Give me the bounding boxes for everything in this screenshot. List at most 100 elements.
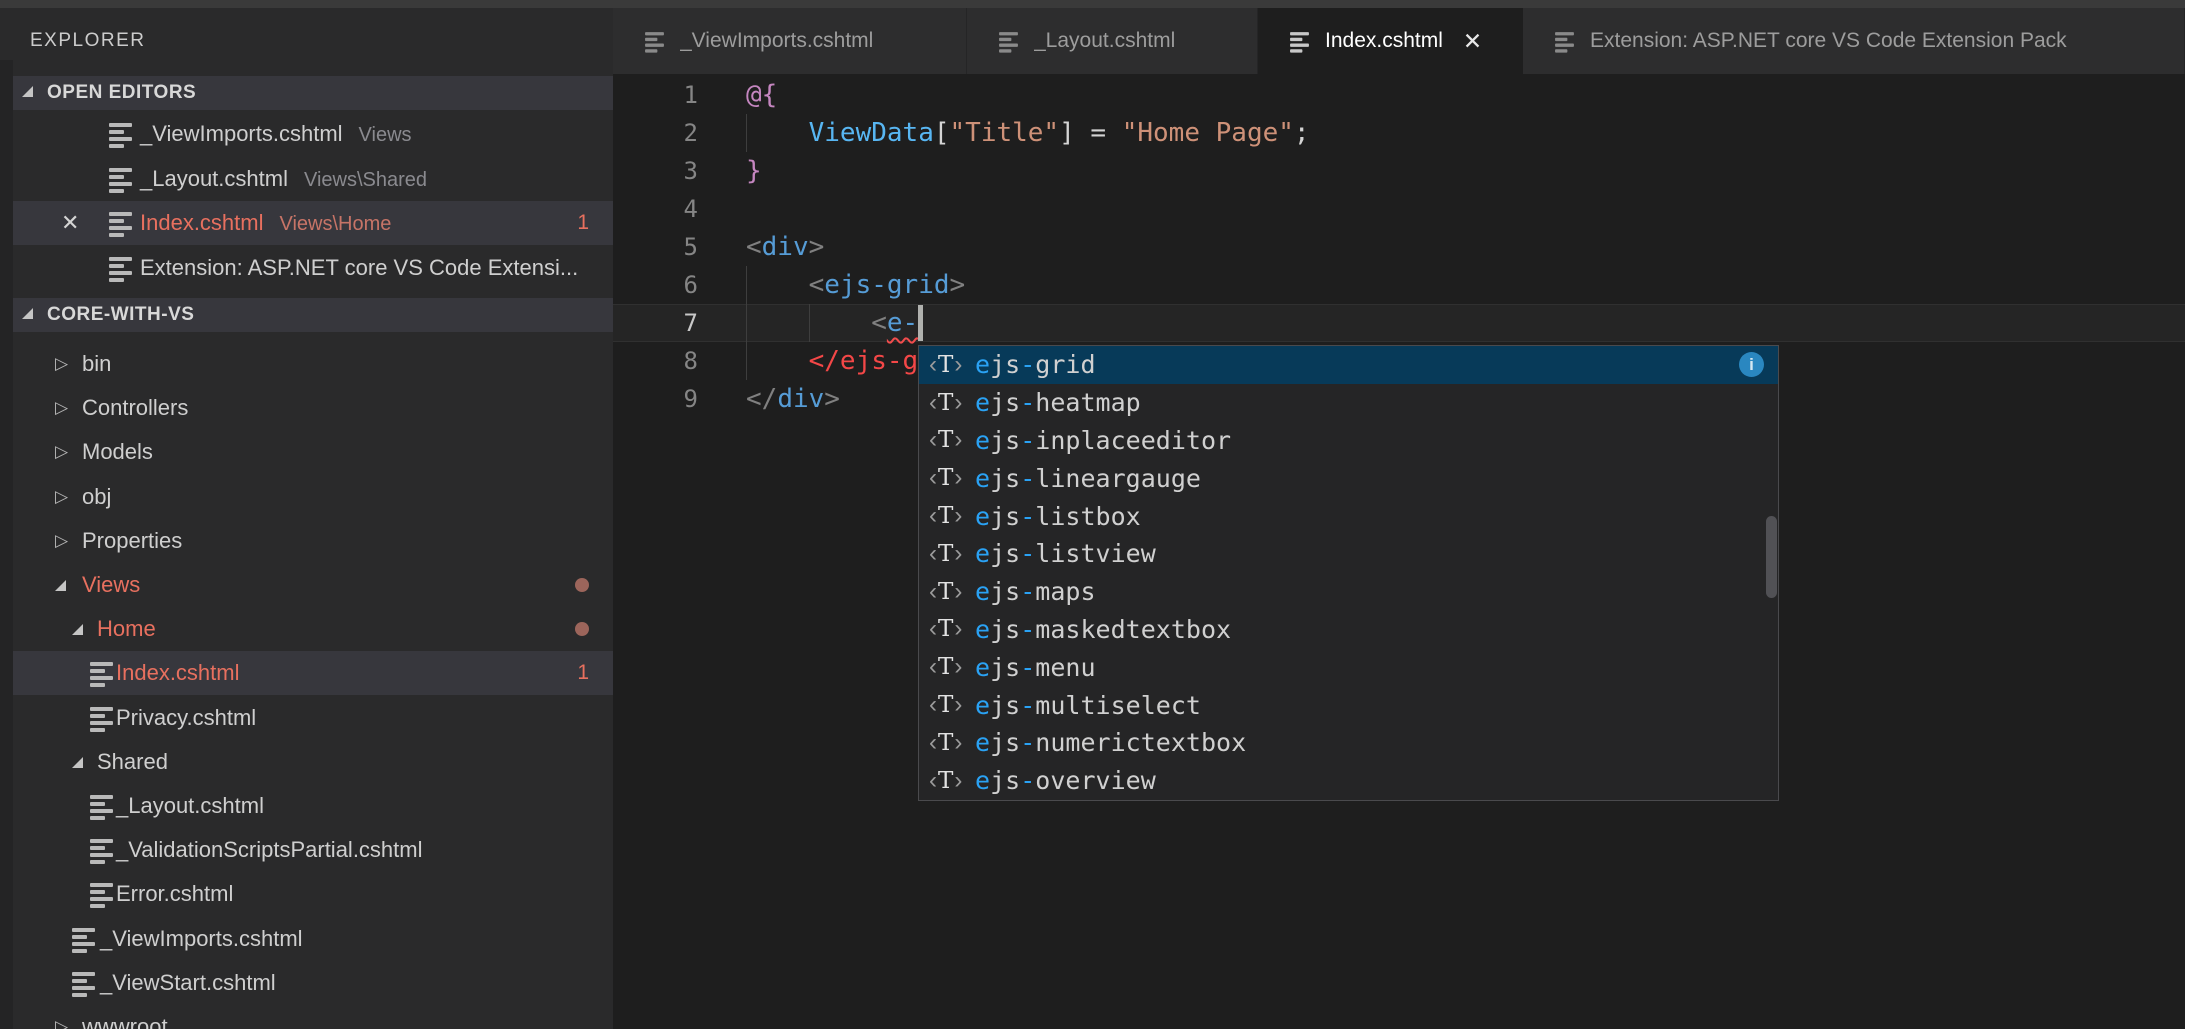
code-token: </ejs-g [808, 346, 919, 376]
suggestion-char: s [1005, 350, 1021, 380]
suggest-scrollbar[interactable] [1766, 516, 1777, 598]
suggestion-char: n [1035, 728, 1051, 758]
tree-item-wwwroot[interactable]: ▷ wwwroot [13, 1005, 613, 1029]
tab-layout-cshtml[interactable]: _Layout.cshtml [967, 8, 1258, 74]
suggestion-ejs-listview[interactable]: ‹ T › ejs-listview [919, 535, 1778, 573]
suggestion-char: j [990, 690, 1006, 720]
suggestion-char: s [1005, 690, 1021, 720]
tree-item-properties[interactable]: ▷ Properties [13, 519, 613, 563]
tree-item-models[interactable]: ▷ Models [13, 430, 613, 474]
tab-close-icon[interactable]: ✕ [1463, 28, 1482, 55]
code-line-7[interactable]: 7 <e- [613, 304, 2185, 342]
suggestion-ejs-lineargauge[interactable]: ‹ T › ejs-lineargauge [919, 459, 1778, 497]
suggestion-char: o [1200, 425, 1216, 455]
suggestion-char: e [975, 388, 991, 418]
tree-item-shared[interactable]: Shared [13, 740, 613, 784]
tab-index-cshtml[interactable]: Index.cshtml ✕ [1258, 8, 1523, 74]
suggestion-ejs-grid[interactable]: ‹ T › ejs-grid i [919, 346, 1778, 384]
tree-item-error-cshtml[interactable]: Error.cshtml [13, 872, 613, 916]
vscode-window: EXPLORER OPEN EDITORS _ViewImports.cshtm… [0, 0, 2185, 1029]
code-token: e- [886, 308, 919, 338]
folder-label: Views [82, 572, 141, 597]
code-line-4[interactable]: 4 [613, 190, 2185, 228]
tree-item-home[interactable]: Home [13, 607, 613, 651]
tree-item-privacy-cshtml[interactable]: Privacy.cshtml [13, 696, 613, 740]
open-editor-item-viewimports-cshtml[interactable]: _ViewImports.cshtml Views [13, 112, 613, 156]
code-line-2[interactable]: 2 ViewData["Title"] = "Home Page"; [613, 114, 2185, 152]
suggestion-char: t [1080, 388, 1096, 418]
suggestion-char: e [975, 766, 991, 796]
suggestion-char: v [1050, 766, 1066, 796]
file-icon [90, 882, 113, 909]
folder-collapsed-twistie-icon: ▷ [55, 486, 69, 506]
suggestion-ejs-inplaceeditor[interactable]: ‹ T › ejs-inplaceeditor [919, 422, 1778, 460]
suggestion-char: r [1110, 463, 1126, 493]
open-editor-item-index-cshtml[interactable]: ✕ Index.cshtml Views\Home 1 [13, 201, 613, 245]
suggestion-char: e [1080, 728, 1096, 758]
suggestion-ejs-heatmap[interactable]: ‹ T › ejs-heatmap [919, 384, 1778, 422]
suggestion-ejs-overview[interactable]: ‹ T › ejs-overview [919, 762, 1778, 800]
suggestion-char: s [1005, 388, 1021, 418]
suggestion-label: ejs-overview [975, 762, 1156, 799]
file-label: Privacy.cshtml [116, 704, 257, 730]
line-number: 2 [683, 119, 698, 147]
open-editor-file-label: _Layout.cshtml Views\Shared [140, 165, 428, 191]
suggestion-char: x [1231, 728, 1247, 758]
open-editors-section-header[interactable]: OPEN EDITORS [13, 76, 613, 110]
suggestion-char: a [1095, 463, 1111, 493]
code-text: <ejs-grid> [746, 266, 966, 304]
modified-dot-badge [575, 578, 589, 592]
tree-item-layout-cshtml[interactable]: _Layout.cshtml [13, 784, 613, 828]
suggestion-char: s [1005, 425, 1021, 455]
suggestion-ejs-menu[interactable]: ‹ T › ejs-menu [919, 648, 1778, 686]
tree-item-viewstart-cshtml[interactable]: _ViewStart.cshtml [13, 961, 613, 1005]
code-token: ; [1293, 118, 1310, 148]
code-line-1[interactable]: 1 @{ [613, 76, 2185, 114]
tree-item-views[interactable]: Views [13, 563, 613, 607]
suggestion-ejs-listbox[interactable]: ‹ T › ejs-listbox [919, 497, 1778, 535]
icon-bracket: › [954, 388, 963, 416]
suggestion-ejs-maskedtextbox[interactable]: ‹ T › ejs-maskedtextbox [919, 611, 1778, 649]
code-token: "Title" [949, 118, 1060, 148]
tree-item-controllers[interactable]: ▷ Controllers [13, 386, 613, 430]
tree-item-viewimports-cshtml[interactable]: _ViewImports.cshtml [13, 917, 613, 961]
code-token: = [1074, 118, 1122, 148]
code-line-5[interactable]: 5 <div> [613, 228, 2185, 266]
code-editor[interactable]: 1 @{2 ViewData["Title"] = "Home Page"; 3} 4… [613, 74, 2185, 1029]
tree-item-bin[interactable]: ▷ bin [13, 342, 613, 386]
tree-item-validationscriptspartial-cshtml[interactable]: _ValidationScriptsPartial.cshtml [13, 828, 613, 872]
suggestion-char: o [1216, 728, 1232, 758]
icon-bracket: ‹ [929, 388, 937, 416]
suggestion-char: a [1050, 614, 1066, 644]
suggestion-char: e [975, 728, 991, 758]
icon-letter: T [938, 503, 954, 530]
code-line-3[interactable]: 3} [613, 152, 2185, 190]
open-editor-item-layout-cshtml[interactable]: _Layout.cshtml Views\Shared [13, 157, 613, 201]
close-file-icon[interactable]: ✕ [61, 201, 79, 245]
code-line-6[interactable]: 6 <ejs-grid> [613, 266, 2185, 304]
icon-bracket: › [954, 615, 963, 643]
suggestion-char: l [1140, 690, 1156, 720]
code-token: [ [933, 118, 950, 148]
suggestion-char: - [1020, 766, 1036, 796]
read-more-info-icon[interactable]: i [1739, 352, 1764, 377]
project-section-header[interactable]: CORE-WITH-VS [13, 298, 613, 332]
tree-item-index-cshtml[interactable]: Index.cshtml 1 [13, 651, 613, 696]
icon-bracket: › [954, 539, 963, 567]
suggestion-char: i [1035, 425, 1051, 455]
suggestion-label: ejs-numerictextbox [975, 724, 1246, 761]
tab-viewimports-cshtml[interactable]: _ViewImports.cshtml [613, 8, 967, 74]
suggestion-ejs-numerictextbox[interactable]: ‹ T › ejs-numerictextbox [919, 724, 1778, 762]
open-editor-file-label: Index.cshtml Views\Home [140, 210, 392, 235]
tree-item-obj[interactable]: ▷ obj [13, 475, 613, 519]
suggestion-label: ejs-grid [975, 346, 1096, 383]
suggestion-char: - [1020, 728, 1036, 758]
suggestion-char: c [1110, 425, 1126, 455]
tag-completion-icon: ‹ T › [929, 615, 975, 643]
open-editor-item-extension-asp-net-core-vs-code-extensi[interactable]: Extension: ASP.NET core VS Code Extensi.… [13, 246, 613, 290]
suggestion-ejs-maps[interactable]: ‹ T › ejs-maps [919, 573, 1778, 611]
suggestion-ejs-multiselect[interactable]: ‹ T › ejs-multiselect [919, 686, 1778, 724]
tab-extension-asp-net-core-vs-code-extension-pack[interactable]: Extension: ASP.NET core VS Code Extensio… [1523, 8, 2185, 74]
suggestion-char: m [1035, 577, 1051, 607]
suggestion-char: r [1216, 425, 1232, 455]
